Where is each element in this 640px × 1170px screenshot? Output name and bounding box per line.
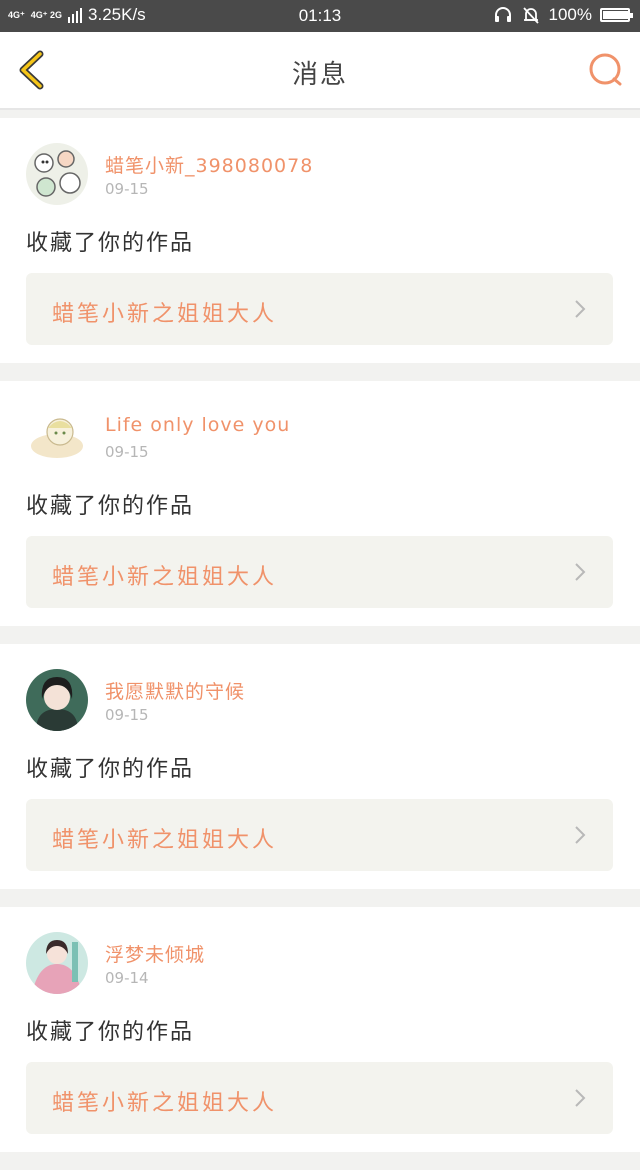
message-card: 蜡笔小新_398080078 09-15 收藏了你的作品 蜡笔小新之姐姐大人 [0, 118, 640, 363]
message-action: 收藏了你的作品 [26, 494, 195, 519]
battery-fill [603, 11, 629, 19]
username[interactable]: 我愿默默的守候 [105, 677, 245, 704]
username[interactable]: Life only love you [105, 414, 290, 436]
headset-icon [494, 7, 511, 22]
message-action: 收藏了你的作品 [26, 1020, 195, 1045]
nav-bar: 消息 [0, 32, 640, 110]
message-date: 09-15 [105, 180, 149, 198]
message-action: 收藏了你的作品 [26, 757, 195, 782]
message-card: 浮梦未倾城 09-14 收藏了你的作品 蜡笔小新之姐姐大人 [0, 907, 640, 1152]
battery-icon [600, 8, 633, 22]
status-right: 100% [493, 5, 633, 25]
message-card: Life only love you 09-15 收藏了你的作品 蜡笔小新之姐姐… [0, 381, 640, 626]
message-date: 09-15 [105, 706, 149, 724]
message-card: 我愿默默的守候 09-15 收藏了你的作品 蜡笔小新之姐姐大人 [0, 644, 640, 889]
chevron-right-icon [575, 300, 586, 318]
message-list: 蜡笔小新_398080078 09-15 收藏了你的作品 蜡笔小新之姐姐大人 L… [0, 118, 640, 1170]
status-bar: 4G⁺ 4G⁺ 2G 3.25K/s 01:13 100% [0, 0, 640, 32]
search-icon[interactable] [586, 50, 626, 90]
battery-percent: 100% [548, 5, 592, 24]
message-date: 09-14 [105, 969, 149, 987]
work-link[interactable]: 蜡笔小新之姐姐大人 [26, 536, 613, 608]
chevron-right-icon [575, 563, 586, 581]
username[interactable]: 浮梦未倾城 [105, 940, 205, 967]
page-title: 消息 [291, 60, 348, 90]
avatar[interactable] [26, 143, 88, 205]
avatar[interactable] [26, 406, 88, 468]
work-link[interactable]: 蜡笔小新之姐姐大人 [26, 273, 613, 345]
work-title: 蜡笔小新之姐姐大人 [52, 302, 278, 327]
message-action: 收藏了你的作品 [26, 231, 195, 256]
username[interactable]: 蜡笔小新_398080078 [105, 151, 313, 178]
avatar[interactable] [26, 932, 88, 994]
work-link[interactable]: 蜡笔小新之姐姐大人 [26, 799, 613, 871]
message-date: 09-15 [105, 443, 149, 461]
bell-mute-icon [522, 7, 539, 24]
work-title: 蜡笔小新之姐姐大人 [52, 1091, 278, 1116]
chevron-right-icon [575, 826, 586, 844]
work-title: 蜡笔小新之姐姐大人 [52, 828, 278, 853]
avatar[interactable] [26, 669, 88, 731]
work-title: 蜡笔小新之姐姐大人 [52, 565, 278, 590]
work-link[interactable]: 蜡笔小新之姐姐大人 [26, 1062, 613, 1134]
chevron-right-icon [575, 1089, 586, 1107]
